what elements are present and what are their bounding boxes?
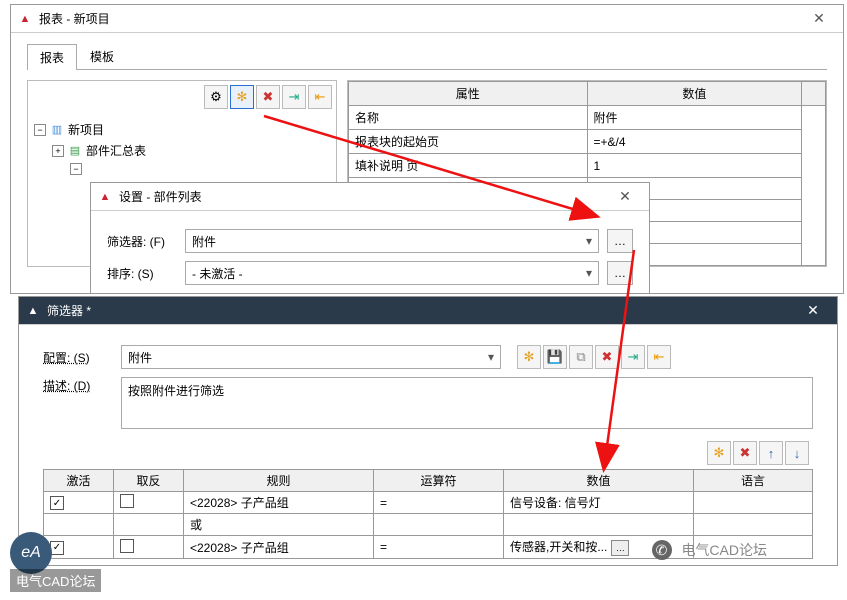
export-icon[interactable]: ⇤ [308,85,332,109]
app-icon: ▲ [17,11,33,27]
settings-window: ▲ 设置 - 部件列表 ✕ 筛选器: (F) 附件 … 排序: (S) - 未激… [90,182,650,294]
import-icon[interactable]: ⇥ [282,85,306,109]
import-icon[interactable]: ⇥ [621,345,645,369]
tree-child1-row[interactable]: + ▤ 部件汇总表 [34,140,330,161]
negate-checkbox[interactable] [120,494,134,508]
filter-window: ▲ 筛选器 * ✕ 配置: (S) 附件 ✻ 💾 ⧉ ✖ ⇥ ⇤ 描述: (D)… [18,296,838,566]
copy-icon[interactable]: ⧉ [569,345,593,369]
delete-icon[interactable]: ✖ [595,345,619,369]
col-value: 数值 [587,82,802,106]
active-checkbox[interactable]: ✓ [50,541,64,555]
report-toolbar: ⚙ ✻ ✖ ⇥ ⇤ [28,81,336,113]
filter-toolbar: ✻ 💾 ⧉ ✖ ⇥ ⇤ [517,345,671,369]
col-lang: 语言 [694,470,813,492]
config-combo[interactable]: 附件 [121,345,501,369]
tree-root-label: 新项目 [68,121,104,138]
app-icon: ▲ [97,189,113,205]
table-row[interactable]: ✓ <22028> 子产品组 = 信号设备: 信号灯 [44,492,813,514]
grid-row[interactable]: 填补说明 页1 [349,154,826,178]
new-icon[interactable]: ✻ [517,345,541,369]
grid-row[interactable]: 报表块的起始页=+&/4 [349,130,826,154]
project-tree: − ▥ 新项目 + ▤ 部件汇总表 − [28,113,336,183]
close-icon[interactable]: ✕ [795,300,831,322]
wechat-icon: ✆ [652,540,672,560]
col-scroll [802,82,826,106]
watermark: ✆ 电气CAD论坛 [652,540,767,560]
filter-combo[interactable]: 附件 [185,229,599,253]
sort-ellipsis-button[interactable]: … [607,261,633,285]
gear-icon[interactable]: ⚙ [204,85,228,109]
delete-icon[interactable]: ✖ [256,85,280,109]
col-rule: 规则 [184,470,374,492]
negate-checkbox[interactable] [120,539,134,553]
new-icon[interactable]: ✻ [707,441,731,465]
desc-input[interactable]: 按照附件进行筛选 [121,377,813,429]
grid-row[interactable]: 名称附件 [349,106,826,130]
sort-field-row: 排序: (S) - 未激活 - … [107,261,633,285]
delete-icon[interactable]: ✖ [733,441,757,465]
tree-root-row[interactable]: − ▥ 新项目 [34,119,330,140]
col-active: 激活 [44,470,114,492]
expander-icon[interactable]: − [34,124,46,136]
save-icon[interactable]: 💾 [543,345,567,369]
desc-row: 描述: (D) 按照附件进行筛选 [43,377,813,429]
sort-label: 排序: (S) [107,265,177,282]
down-icon[interactable]: ↓ [785,441,809,465]
report-title: 报表 - 新项目 [39,10,801,27]
settings-content: 筛选器: (F) 附件 … 排序: (S) - 未激活 - … [91,211,649,297]
settings-titlebar: ▲ 设置 - 部件列表 ✕ [91,183,649,211]
expander-icon[interactable]: − [70,163,82,175]
col-value: 数值 [504,470,694,492]
filter-content: 配置: (S) 附件 ✻ 💾 ⧉ ✖ ⇥ ⇤ 描述: (D) 按照附件进行筛选 … [19,325,837,571]
active-checkbox[interactable]: ✓ [50,496,64,510]
close-icon[interactable]: ✕ [607,186,643,208]
tab-report[interactable]: 报表 [27,44,77,70]
export-icon[interactable]: ⇤ [647,345,671,369]
doc-icon: ▤ [68,144,82,158]
col-negate: 取反 [114,470,184,492]
filter-titlebar: ▲ 筛选器 * ✕ [19,297,837,325]
table-toolbar: ✻ ✖ ↑ ↓ [43,437,813,469]
filter-field-row: 筛选器: (F) 附件 … [107,229,633,253]
filter-label: 筛选器: (F) [107,233,177,250]
sort-combo[interactable]: - 未激活 - [185,261,599,285]
expander-icon[interactable]: + [52,145,64,157]
settings-title: 设置 - 部件列表 [119,188,607,205]
table-row[interactable]: 或 [44,514,813,536]
config-row: 配置: (S) 附件 ✻ 💾 ⧉ ✖ ⇥ ⇤ [43,345,813,369]
col-op: 运算符 [374,470,504,492]
desc-label: 描述: (D) [43,377,113,394]
close-icon[interactable]: ✕ [801,8,837,30]
col-property: 属性 [349,82,588,106]
tree-child2-row[interactable]: − [34,161,330,177]
filter-title: 筛选器 * [47,302,795,319]
report-titlebar: ▲ 报表 - 新项目 ✕ [11,5,843,33]
report-tabs: 报表 模板 [27,43,827,70]
tab-template[interactable]: 模板 [77,43,127,69]
logo-badge: eA [10,532,52,574]
app-icon: ▲ [25,303,41,319]
new-icon[interactable]: ✻ [230,85,254,109]
folder-icon: ▥ [50,123,64,137]
tree-child1-label: 部件汇总表 [86,142,146,159]
up-icon[interactable]: ↑ [759,441,783,465]
cell-ellipsis-button[interactable]: … [611,540,629,556]
logo-text: 电气CAD论坛 [10,569,101,592]
config-label: 配置: (S) [43,349,113,366]
filter-ellipsis-button[interactable]: … [607,229,633,253]
